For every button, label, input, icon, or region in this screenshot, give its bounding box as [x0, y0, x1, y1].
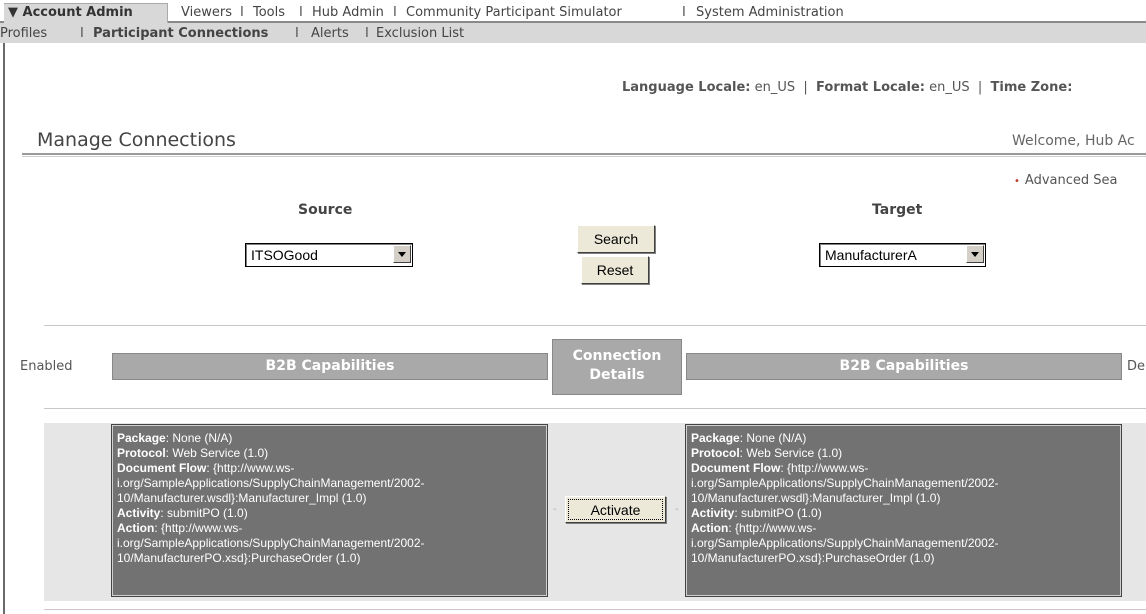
field-label: Action: [691, 521, 729, 535]
nav-separator: I: [682, 5, 686, 20]
field-value: : Web Service (1.0): [739, 446, 843, 460]
document-flow-cont: i.org/SampleApplications/SupplyChainMana…: [691, 476, 999, 490]
field-value: : None (N/A): [165, 431, 233, 445]
action-line: Action: {http://www.ws-: [117, 521, 542, 536]
field-value: : submitPO (1.0): [734, 506, 822, 520]
action-cont: i.org/SampleApplications/SupplyChainMana…: [691, 536, 999, 550]
field-value: : {http://www.ws-: [780, 461, 869, 475]
title-divider-shadow: [22, 156, 1146, 157]
welcome-text: Welcome, Hub Ac: [1012, 133, 1135, 149]
dropdown-arrow-icon[interactable]: [393, 245, 411, 263]
nav-separator: I: [80, 26, 84, 41]
field-value: : Web Service (1.0): [165, 446, 269, 460]
search-button[interactable]: Search: [577, 225, 655, 253]
page-title: Manage Connections: [37, 129, 236, 151]
bullet-icon: •: [1014, 176, 1020, 187]
format-locale-label: Format Locale:: [816, 80, 925, 95]
action-cont: 10/ManufacturerPO.xsd}:PurchaseOrder (1.…: [117, 551, 361, 565]
advanced-search-link[interactable]: • Advanced Sea: [1014, 173, 1117, 188]
left-b2b-capabilities-header: B2B Capabilities: [112, 353, 548, 380]
subtab-exclusion-list[interactable]: Exclusion List: [376, 26, 464, 41]
field-label: Activity: [117, 506, 161, 520]
tab-viewers[interactable]: Viewers: [181, 5, 232, 20]
target-select-value: ManufacturerA: [825, 247, 917, 263]
caret-down-icon: ▼: [8, 5, 18, 20]
field-label: Action: [117, 521, 155, 535]
title-divider: [22, 153, 1146, 155]
field-value: : submitPO (1.0): [160, 506, 248, 520]
tab-account-admin[interactable]: ▼ Account Admin: [8, 5, 133, 20]
target-capability-box: Package: None (N/A) Protocol: Web Servic…: [685, 424, 1122, 597]
document-flow-cont: 10/Manufacturer.wsdl}:Manufacturer_Impl …: [691, 491, 941, 505]
nav-separator: I: [365, 26, 369, 41]
package-line: Package: None (N/A): [691, 431, 1116, 446]
field-label: Document Flow: [691, 461, 781, 475]
connection-details-header: Connection Details: [552, 339, 682, 395]
field-value: : None (N/A): [739, 431, 807, 445]
subtab-participant-connections[interactable]: Participant Connections: [93, 26, 268, 41]
subtab-profiles[interactable]: Profiles: [0, 26, 47, 41]
dash-separator: -: [675, 504, 679, 515]
source-select[interactable]: ITSOGood: [245, 243, 413, 267]
format-locale-value: en_US: [929, 80, 970, 95]
dash-separator: -: [553, 504, 557, 515]
connection-details-line1: Connection: [572, 348, 662, 364]
subtab-alerts[interactable]: Alerts: [311, 26, 349, 41]
field-label: Package: [117, 431, 166, 445]
activate-button[interactable]: Activate: [565, 496, 666, 523]
field-value: : {http://www.ws-: [206, 461, 295, 475]
dropdown-arrow-icon[interactable]: [966, 245, 984, 263]
section-divider: [44, 325, 1146, 326]
tab-hub-admin[interactable]: Hub Admin: [312, 5, 384, 20]
action-cont: 10/ManufacturerPO.xsd}:PurchaseOrder (1.…: [691, 551, 935, 565]
source-capability-box: Package: None (N/A) Protocol: Web Servic…: [111, 424, 548, 597]
source-label: Source: [298, 202, 353, 218]
package-line: Package: None (N/A): [117, 431, 542, 446]
protocol-line: Protocol: Web Service (1.0): [691, 446, 1116, 461]
field-value: : {http://www.ws-: [728, 521, 817, 535]
action-line: Action: {http://www.ws-: [691, 521, 1116, 536]
section-divider: [44, 609, 1146, 610]
time-zone-label: Time Zone:: [990, 80, 1073, 95]
protocol-line: Protocol: Web Service (1.0): [117, 446, 542, 461]
activity-line: Activity: submitPO (1.0): [691, 506, 1116, 521]
nav-separator: I: [240, 5, 244, 20]
enabled-label: Enabled: [20, 359, 73, 374]
target-select[interactable]: ManufacturerA: [819, 243, 986, 267]
right-column-label: De: [1127, 359, 1146, 374]
reset-button[interactable]: Reset: [581, 256, 649, 284]
document-flow-cont: i.org/SampleApplications/SupplyChainMana…: [117, 476, 425, 490]
connection-details-line2: Details: [589, 367, 645, 383]
content-left-border: [3, 43, 5, 614]
action-cont: i.org/SampleApplications/SupplyChainMana…: [117, 536, 425, 550]
field-value: : {http://www.ws-: [154, 521, 243, 535]
activity-line: Activity: submitPO (1.0): [117, 506, 542, 521]
target-label: Target: [872, 202, 923, 218]
source-select-value: ITSOGood: [251, 247, 318, 263]
field-label: Package: [691, 431, 740, 445]
language-locale-value: en_US: [754, 80, 796, 95]
section-divider: [44, 408, 1146, 409]
language-locale-label: Language Locale:: [622, 80, 751, 95]
nav-separator: I: [299, 5, 303, 20]
locale-info: Language Locale: en_US | Format Locale: …: [622, 80, 1073, 95]
document-flow-line: Document Flow: {http://www.ws-: [691, 461, 1116, 476]
tab-community-participant-simulator[interactable]: Community Participant Simulator: [406, 5, 622, 20]
field-label: Protocol: [691, 446, 740, 460]
right-b2b-capabilities-header: B2B Capabilities: [686, 353, 1122, 380]
nav-separator: I: [295, 26, 299, 41]
field-label: Activity: [691, 506, 735, 520]
field-label: Document Flow: [117, 461, 207, 475]
document-flow-cont: 10/Manufacturer.wsdl}:Manufacturer_Impl …: [117, 491, 367, 505]
document-flow-line: Document Flow: {http://www.ws-: [117, 461, 542, 476]
tab-tools[interactable]: Tools: [253, 5, 285, 20]
field-label: Protocol: [117, 446, 166, 460]
nav-separator: I: [393, 5, 397, 20]
tab-system-administration[interactable]: System Administration: [696, 5, 844, 20]
